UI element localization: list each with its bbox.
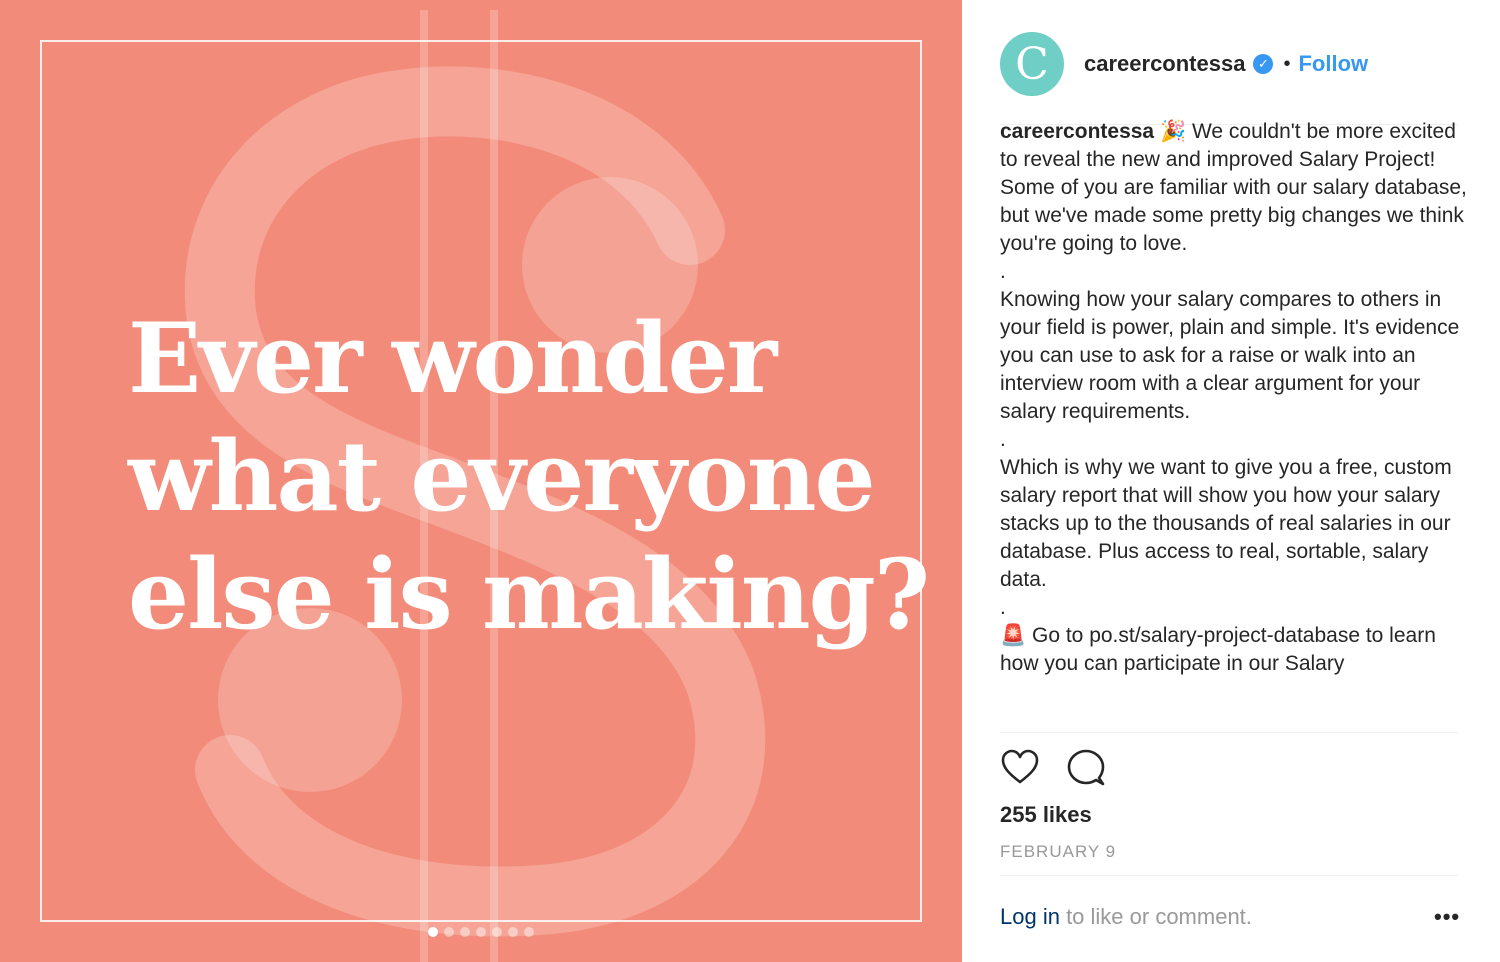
caption: careercontessa 🎉 We couldn't be more exc… — [1000, 118, 1470, 732]
caption-paragraph-3: Which is why we want to give you a free,… — [1000, 456, 1452, 591]
action-bar — [1000, 748, 1106, 788]
likes-count[interactable]: 255 likes — [1000, 802, 1092, 828]
carousel-dot[interactable] — [460, 927, 470, 937]
caption-paragraph-4: Go to po.st/salary-project-database to l… — [1000, 624, 1436, 675]
caption-dot: . — [1000, 260, 1006, 283]
carousel-dots[interactable] — [428, 927, 534, 937]
carousel-dot[interactable] — [492, 927, 502, 937]
heart-icon[interactable] — [1000, 748, 1040, 788]
carousel-dot[interactable] — [444, 927, 454, 937]
carousel-dot[interactable] — [428, 927, 438, 937]
verified-badge-icon: ✓ — [1253, 54, 1274, 74]
caption-dot: . — [1000, 596, 1006, 619]
login-link[interactable]: Log in — [1000, 904, 1060, 929]
carousel-dot[interactable] — [476, 927, 486, 937]
headline-line-1: Ever wonder — [128, 302, 777, 415]
carousel-dot[interactable] — [524, 927, 534, 937]
caption-username[interactable]: careercontessa — [1000, 120, 1154, 143]
divider — [1000, 732, 1458, 733]
avatar-letter: C — [1015, 38, 1049, 90]
post-headline: Ever wonder what everyone else is making… — [128, 300, 930, 654]
caption-dot: . — [1000, 428, 1006, 451]
follow-button[interactable]: Follow — [1298, 51, 1368, 77]
avatar[interactable]: C — [1000, 32, 1064, 96]
login-prompt: Log in to like or comment. — [1000, 904, 1252, 930]
post-image: Ever wonder what everyone else is making… — [0, 0, 962, 962]
separator: • — [1283, 52, 1291, 75]
carousel-dot[interactable] — [508, 927, 518, 937]
username-link[interactable]: careercontessa — [1084, 51, 1245, 77]
post-sidebar: C careercontessa ✓ • Follow careercontes… — [962, 0, 1500, 962]
caption-paragraph-2: Knowing how your salary compares to othe… — [1000, 288, 1460, 423]
comment-icon[interactable] — [1066, 748, 1106, 788]
siren-emoji-icon: 🚨 — [1000, 624, 1027, 647]
headline-line-2: what everyone — [128, 420, 876, 533]
headline-line-3: else is making? — [128, 538, 930, 651]
party-emoji-icon: 🎉 — [1159, 120, 1187, 143]
more-options-icon[interactable]: ••• — [1434, 904, 1460, 930]
login-prompt-text: to like or comment. — [1059, 904, 1252, 929]
post-date: FEBRUARY 9 — [1000, 842, 1117, 861]
divider — [1000, 875, 1458, 876]
post-header: C careercontessa ✓ • Follow — [1000, 32, 1368, 96]
